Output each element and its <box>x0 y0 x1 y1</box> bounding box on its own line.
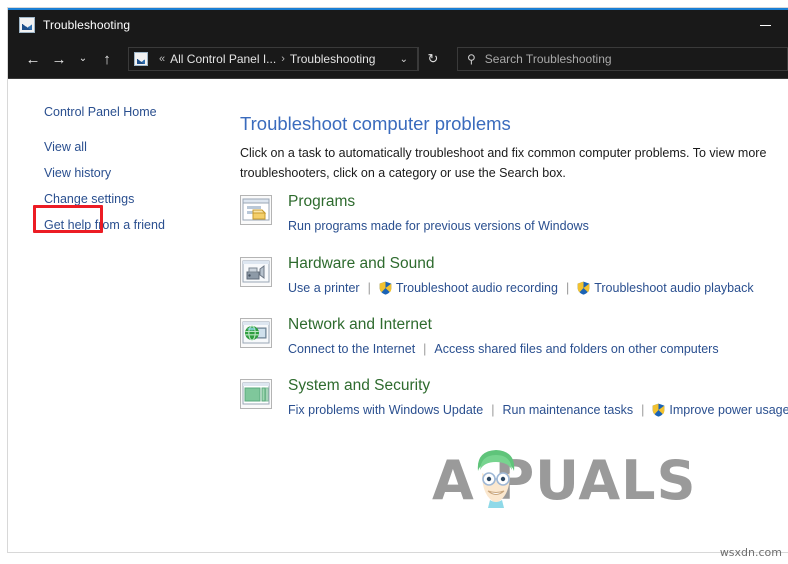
window-controls <box>742 10 788 40</box>
link-run-maintenance-tasks[interactable]: Run maintenance tasks <box>502 403 633 417</box>
network-internet-icon <box>240 318 272 348</box>
link-separator: | <box>491 403 495 417</box>
uac-shield-icon <box>577 281 590 295</box>
link-use-a-printer[interactable]: Use a printer <box>288 281 360 295</box>
address-dropdown-icon[interactable]: ⌄ <box>391 54 417 65</box>
category-links-network-and-internet: Connect to the Internet | Access shared … <box>288 342 719 356</box>
view-all-highlight-annotation <box>33 205 103 233</box>
title-bar: Troubleshooting <box>8 10 788 40</box>
window-title: Troubleshooting <box>43 18 131 32</box>
up-button[interactable]: ↑ <box>94 44 120 74</box>
breadcrumb-item-control-panel[interactable]: All Control Panel I... <box>170 52 276 66</box>
link-fix-problems-with-windows-update[interactable]: Fix problems with Windows Update <box>288 403 483 417</box>
navigation-bar: ← → ⌄ ↑ « All Control Panel I... › Troub… <box>8 40 788 78</box>
sidebar-item-control-panel-home[interactable]: Control Panel Home <box>44 105 157 119</box>
minimize-button[interactable] <box>742 10 788 40</box>
link-connect-to-the-internet[interactable]: Connect to the Internet <box>288 342 415 356</box>
page-title: Troubleshoot computer problems <box>240 113 511 134</box>
breadcrumb-separator: › <box>281 53 285 65</box>
page-description: Click on a task to automatically trouble… <box>240 146 767 180</box>
search-input[interactable]: Search Troubleshooting <box>485 52 612 66</box>
search-icon: ⚲ <box>467 52 476 66</box>
troubleshooting-window: Troubleshooting ← → ⌄ ↑ « All Control Pa… <box>8 8 788 552</box>
address-bar[interactable]: « All Control Panel I... › Troubleshooti… <box>128 47 418 71</box>
category-title-hardware-and-sound[interactable]: Hardware and Sound <box>288 255 435 273</box>
link-troubleshoot-audio-recording[interactable]: Troubleshoot audio recording <box>396 281 558 295</box>
network-internet-icon-art <box>242 321 270 344</box>
sidebar-item-change-settings[interactable]: Change settings <box>44 192 134 206</box>
content-area: Control Panel Home View all View history… <box>8 78 788 552</box>
back-button[interactable]: ← <box>20 44 46 74</box>
link-troubleshoot-audio-playback[interactable]: Troubleshoot audio playback <box>594 281 753 295</box>
main-panel: Troubleshoot computer problems Click on … <box>226 79 788 552</box>
forward-button[interactable]: → <box>46 44 72 74</box>
programs-icon-art <box>242 198 270 221</box>
category-links-programs: Run programs made for previous versions … <box>288 219 589 233</box>
screenshot-root: Troubleshooting ← → ⌄ ↑ « All Control Pa… <box>0 0 788 564</box>
minimize-icon <box>759 24 771 26</box>
breadcrumb-icon <box>134 52 148 66</box>
link-run-programs-previous-versions[interactable]: Run programs made for previous versions … <box>288 219 589 233</box>
uac-shield-icon <box>379 281 392 295</box>
category-links-system-and-security: Fix problems with Windows Update | Run m… <box>288 403 788 417</box>
link-separator: | <box>641 403 645 417</box>
source-watermark: wsxdn.com <box>719 546 782 559</box>
category-title-network-and-internet[interactable]: Network and Internet <box>288 316 432 334</box>
link-improve-power-usage[interactable]: Improve power usage <box>669 403 788 417</box>
system-security-icon <box>240 379 272 409</box>
troubleshooting-icon <box>19 17 35 33</box>
category-title-programs[interactable]: Programs <box>288 193 355 211</box>
breadcrumb-leading: « <box>159 53 166 65</box>
hardware-sound-icon <box>240 257 272 287</box>
breadcrumb-item-troubleshooting[interactable]: Troubleshooting <box>290 52 376 66</box>
category-title-system-and-security[interactable]: System and Security <box>288 377 430 395</box>
search-box[interactable]: ⚲ Search Troubleshooting <box>457 47 788 71</box>
hardware-sound-icon-art <box>242 260 270 283</box>
link-separator: | <box>423 342 427 356</box>
link-separator: | <box>565 281 570 295</box>
programs-icon <box>240 195 272 225</box>
uac-shield-icon <box>652 403 665 417</box>
category-links-hardware-and-sound: Use a printer | Troubleshoot audio recor… <box>288 281 754 295</box>
link-separator: | <box>367 281 371 295</box>
sidebar-item-view-history[interactable]: View history <box>44 166 111 180</box>
link-access-shared-files-and-folders[interactable]: Access shared files and folders on other… <box>434 342 718 356</box>
recent-locations-button[interactable]: ⌄ <box>72 44 94 74</box>
system-security-icon-art <box>242 382 270 405</box>
refresh-button[interactable]: ↻ <box>418 47 447 71</box>
sidebar: Control Panel Home View all View history… <box>8 79 226 552</box>
sidebar-item-view-all[interactable]: View all <box>44 140 87 154</box>
